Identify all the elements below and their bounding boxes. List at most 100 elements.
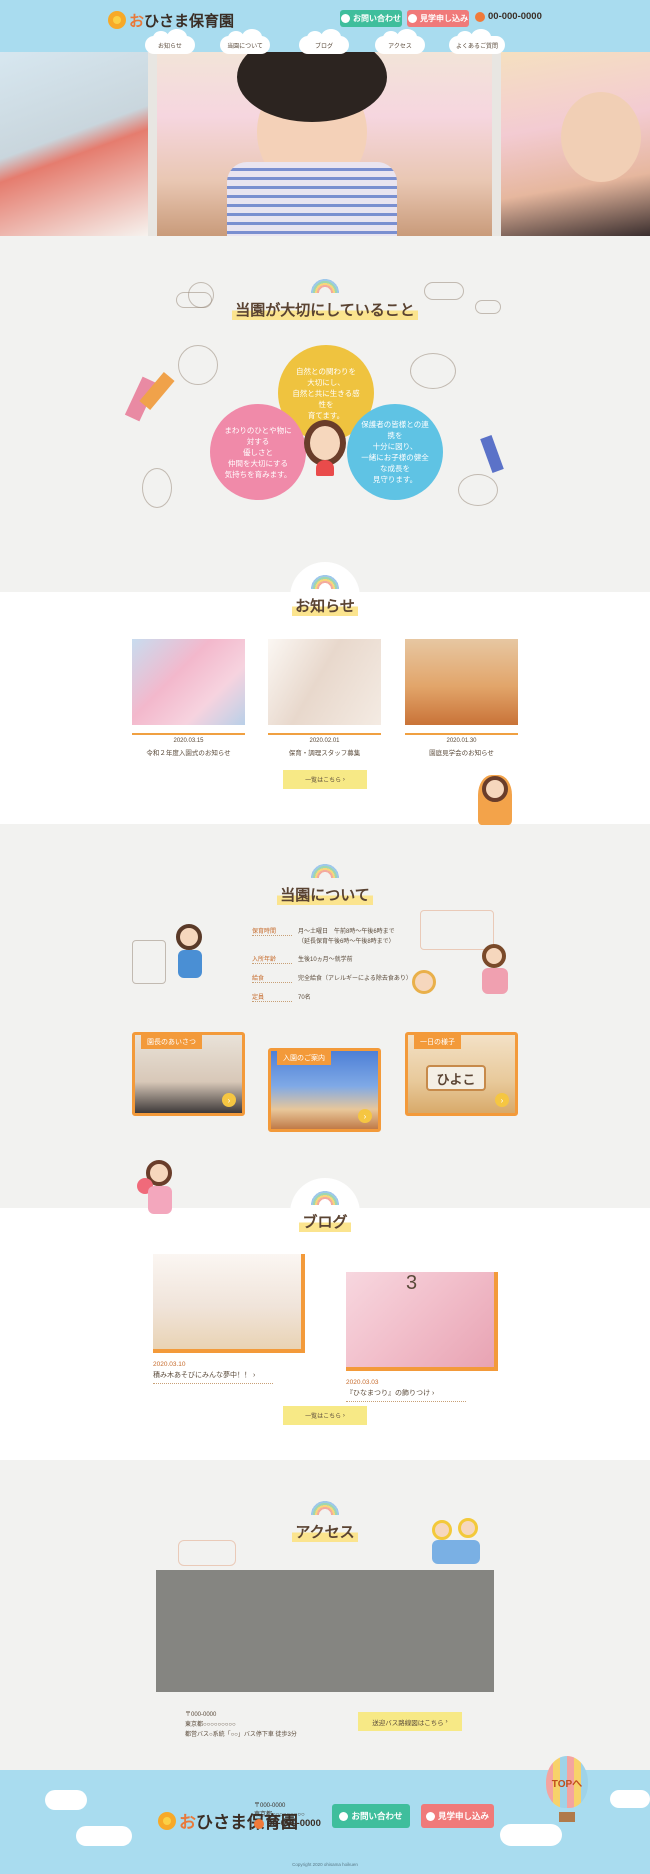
nav-item-access[interactable]: アクセス bbox=[375, 29, 425, 54]
logo-prefix: お bbox=[129, 11, 145, 30]
cloud-doodle-icon bbox=[475, 300, 501, 314]
header-phone[interactable]: 00-000-0000 bbox=[475, 11, 542, 22]
hero-slider bbox=[0, 52, 650, 236]
greeting-card-label: 園長のあいさつ bbox=[141, 1035, 202, 1049]
site-logo[interactable]: おひさま保育園 bbox=[108, 9, 234, 31]
nav-item-label: お知らせ bbox=[158, 43, 182, 50]
rabbit-doodle-icon bbox=[142, 468, 172, 508]
arrow-right-icon: › bbox=[222, 1093, 236, 1107]
rainbow-icon bbox=[302, 270, 348, 293]
value-kindness-text: まわりのひとや物に対する 優しさと 仲間を大切にする 気持ちを育みます。 bbox=[224, 425, 292, 479]
logo-prefix: お bbox=[179, 1813, 196, 1833]
boy-body-illustration bbox=[178, 950, 202, 978]
news-more-button[interactable]: 一覧はこちら › bbox=[283, 770, 367, 789]
footer-postal: 〒000-0000 bbox=[254, 1803, 286, 1809]
footer-visit-button[interactable]: 見学申し込み bbox=[421, 1804, 494, 1828]
value-partnership: 保護者の皆様との連携を 十分に図り、 一緒にお子様の健全な成長を 見守ります。 bbox=[347, 404, 443, 500]
hiyoko-sign: ひよこ bbox=[426, 1065, 486, 1091]
cloud-doodle-icon bbox=[176, 292, 212, 308]
nav-item-label: ブログ bbox=[314, 43, 333, 50]
news-title-link[interactable]: 令和２年度入園式のお知らせ bbox=[132, 747, 245, 757]
footer-phone-number: 00-000-0000 bbox=[267, 1818, 321, 1829]
blog-title-text: 積み木あそびにみんな夢中！！ bbox=[153, 1372, 251, 1379]
news-title-link[interactable]: 園庭見学会のお知らせ bbox=[405, 747, 518, 757]
daily-card-label: 一日の様子 bbox=[414, 1035, 461, 1049]
cloud-doodle-icon bbox=[424, 282, 464, 300]
sun-icon bbox=[158, 1811, 176, 1830]
kid-doodle-icon bbox=[178, 345, 218, 385]
nav-item-blog[interactable]: ブログ bbox=[299, 29, 349, 54]
news-date: 2020.01.30 bbox=[405, 733, 518, 744]
blog-card[interactable]: 3 2020.03.03 『ひなまつり』の飾りつけ › bbox=[346, 1254, 498, 1402]
pin-icon bbox=[425, 1811, 435, 1821]
blog-photo-hinamatsuri: 3 bbox=[346, 1272, 498, 1371]
blog-title-text: 『ひなまつり』の飾りつけ bbox=[346, 1390, 431, 1397]
more-button-label: 一覧はこちら bbox=[305, 778, 342, 784]
rainbow-icon bbox=[302, 855, 348, 878]
access-postal: 〒000-0000 bbox=[185, 1712, 217, 1718]
bus-route-button[interactable]: 送迎バス路線図はこちら › bbox=[358, 1712, 462, 1731]
cat-doodle-icon bbox=[458, 474, 498, 506]
info-row: 給食 完全給食（アレルギーによる除去食あり） bbox=[252, 973, 412, 983]
info-value: （延長保育午後6時〜午後8時まで） bbox=[298, 939, 395, 945]
visit-request-button[interactable]: 見学申し込み bbox=[407, 10, 469, 27]
news-photo-staff bbox=[268, 639, 381, 725]
logo-text: ひさま保育園 bbox=[144, 11, 235, 30]
footer-contact-button[interactable]: お問い合わせ bbox=[332, 1804, 410, 1828]
kid-hat-illustration bbox=[458, 1518, 478, 1538]
blog-title-link[interactable]: 積み木あそびにみんな夢中！！ › bbox=[153, 1370, 273, 1384]
slide-doodle-icon bbox=[132, 940, 166, 984]
blog-date: 2020.03.10 bbox=[153, 1361, 186, 1368]
rainbow-icon bbox=[302, 566, 348, 589]
nav-item-faq[interactable]: よくあるご質問 bbox=[449, 29, 505, 54]
value-kindness: まわりのひとや物に対する 優しさと 仲間を大切にする 気持ちを育みます。 bbox=[210, 404, 306, 500]
blog-title: ブログ bbox=[299, 1211, 351, 1232]
footer-phone[interactable]: 00-000-0000 bbox=[254, 1818, 321, 1829]
sun-icon bbox=[108, 11, 126, 29]
nav-item-news[interactable]: お知らせ bbox=[145, 29, 195, 54]
cloud-icon bbox=[45, 1790, 87, 1810]
girl-body-illustration bbox=[148, 1186, 172, 1214]
blog-title-link[interactable]: 『ひなまつり』の飾りつけ › bbox=[346, 1388, 466, 1402]
value-nature-text: 自然との関わりを 大切にし、 自然と共に生きる感性を 育てます。 bbox=[292, 366, 360, 420]
news-title-link[interactable]: 保育・調理スタッフ募集 bbox=[268, 747, 381, 757]
info-row: 入所年齢 生後10ヵ月〜就学前 bbox=[252, 954, 353, 964]
crayon-blue-icon bbox=[480, 435, 504, 473]
footer-visit-label: 見学申し込み bbox=[437, 1811, 489, 1821]
blog-more-button[interactable]: 一覧はこちら › bbox=[283, 1406, 367, 1425]
info-key: 定員 bbox=[252, 992, 292, 1002]
values-section-title: 当園が大切にしていること bbox=[0, 270, 650, 320]
hero-photo-left bbox=[0, 52, 148, 236]
news-card[interactable]: 2020.01.30 園庭見学会のお知らせ bbox=[405, 639, 518, 757]
girl-body-illustration bbox=[482, 968, 508, 994]
rainbow-icon bbox=[302, 1182, 348, 1205]
kid-hat-illustration bbox=[432, 1520, 452, 1540]
mail-icon bbox=[341, 14, 350, 23]
hero-photo-right bbox=[501, 52, 650, 236]
news-card[interactable]: 2020.03.15 令和２年度入園式のお知らせ bbox=[132, 639, 245, 757]
heart-icon bbox=[316, 460, 334, 476]
access-map[interactable] bbox=[156, 1570, 494, 1692]
news-section-title: お知らせ bbox=[0, 566, 650, 616]
kids-uniform-illustration bbox=[432, 1540, 480, 1564]
blog-date: 2020.03.03 bbox=[346, 1379, 379, 1386]
values-title: 当園が大切にしていること bbox=[232, 299, 418, 320]
blog-card[interactable]: 2020.03.10 積み木あそびにみんな夢中！！ › bbox=[153, 1254, 305, 1384]
copyright: Copyright 2020 ohisama hoikuen bbox=[292, 1862, 358, 1867]
school-building-doodle-icon bbox=[420, 910, 494, 950]
cloud-icon bbox=[610, 1790, 650, 1808]
striped-shirt bbox=[227, 162, 397, 236]
admission-card-label: 入園のご案内 bbox=[277, 1051, 331, 1065]
visit-button-label: 見学申し込み bbox=[420, 14, 468, 23]
news-card[interactable]: 2020.02.01 保育・調理スタッフ募集 bbox=[268, 639, 381, 757]
pin-icon bbox=[408, 14, 417, 23]
bear-doodle-icon bbox=[410, 353, 456, 389]
admission-card[interactable]: 入園のご案内 › bbox=[268, 1048, 381, 1132]
hero-photo-center bbox=[157, 52, 492, 236]
daily-card[interactable]: 一日の様子 ひよこ › bbox=[405, 1032, 518, 1116]
news-date: 2020.02.01 bbox=[268, 733, 381, 744]
back-to-top-button[interactable]: TOPへ bbox=[546, 1756, 588, 1808]
contact-button[interactable]: お問い合わせ bbox=[340, 10, 402, 27]
nav-item-about[interactable]: 当園について bbox=[220, 29, 270, 54]
greeting-card[interactable]: 園長のあいさつ › bbox=[132, 1032, 245, 1116]
